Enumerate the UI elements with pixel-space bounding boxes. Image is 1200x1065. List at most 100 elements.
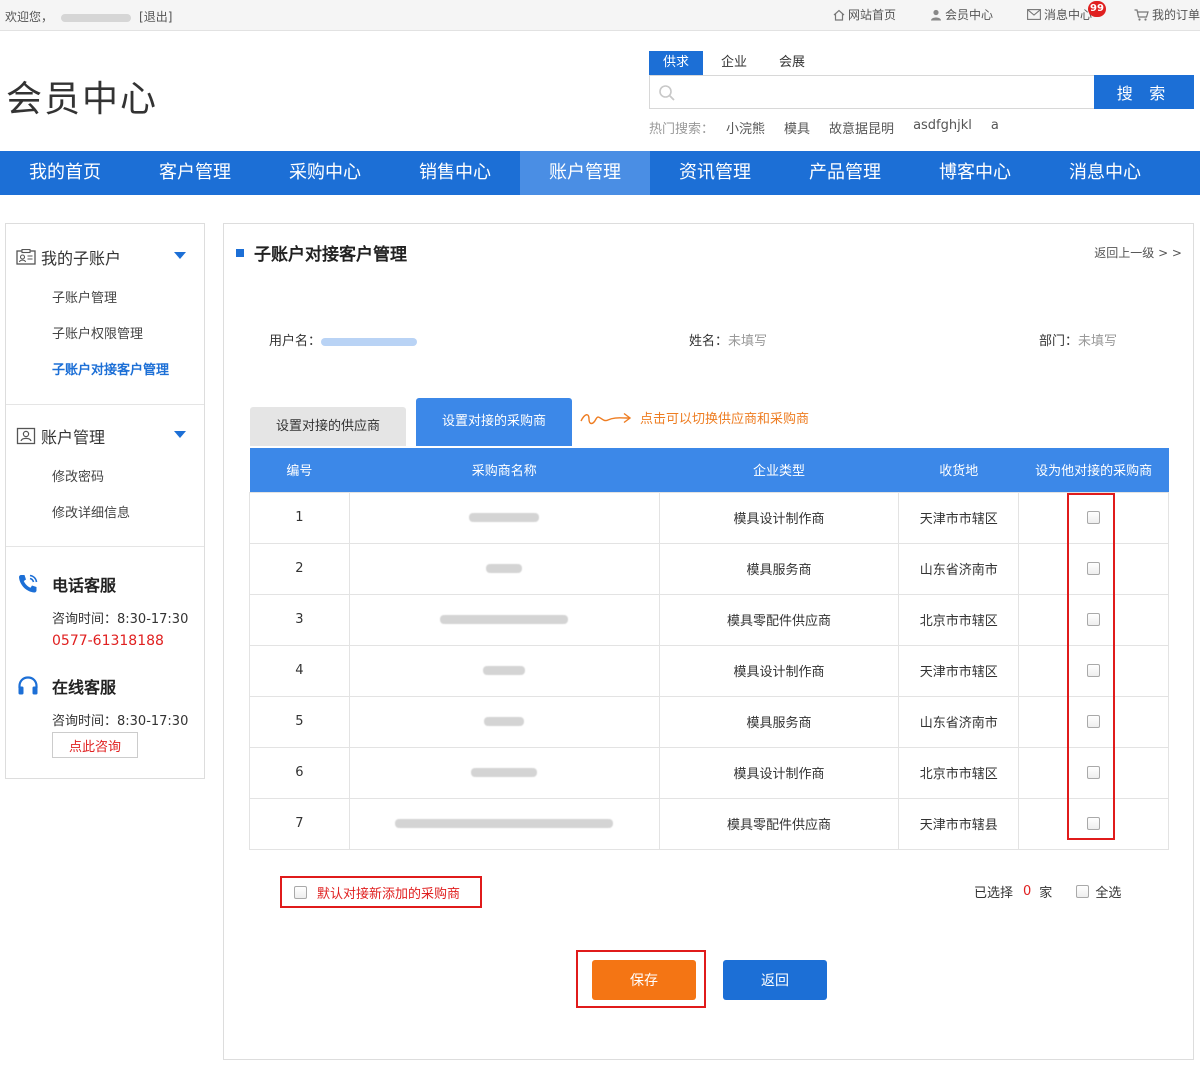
sidebar-item-edit-details[interactable]: 修改详细信息 — [52, 502, 130, 521]
set-purchaser-checkbox[interactable] — [1087, 664, 1101, 677]
return-button[interactable]: 返回 — [723, 960, 827, 1000]
delivery-place: 山东省济南市 — [898, 542, 1020, 595]
sidebar: 我的子账户 子账户管理 子账户权限管理 子账户对接客户管理 账户管理 修改密码 … — [5, 223, 205, 779]
selection-summary: 已选择 0 家 全选 — [974, 882, 1121, 901]
username-value-blurred[interactable] — [321, 337, 418, 346]
search-tab-company[interactable]: 企业 — [707, 51, 761, 75]
search-button[interactable]: 搜 索 — [1094, 75, 1194, 109]
row-number: 3 — [249, 593, 350, 646]
tabs: 设置对接的供应商 设置对接的采购商 — [250, 398, 572, 446]
nav-news-management[interactable]: 资讯管理 — [650, 151, 780, 195]
online-service-label: 在线客服 — [52, 678, 117, 697]
nav-customer-management[interactable]: 客户管理 — [130, 151, 260, 195]
switch-hint-text: 点击可以切换供应商和采购商 — [640, 412, 810, 427]
page-title-text: 子账户对接客户管理 — [254, 245, 407, 265]
delivery-place: 天津市市辖区 — [898, 644, 1020, 697]
company-type: 模具设计制作商 — [658, 746, 900, 799]
message-count-badge: 99 — [1087, 1, 1106, 17]
sidebar-section-account-management[interactable]: 账户管理 — [16, 424, 105, 448]
my-orders-link[interactable]: 我的订单 — [1134, 6, 1200, 23]
row-number: 2 — [249, 542, 350, 595]
site-home-link[interactable]: 网站首页 — [833, 6, 896, 23]
table-row: 2 模具服务商 山东省济南市 — [249, 542, 1169, 595]
set-purchaser-checkbox[interactable] — [1087, 766, 1101, 779]
site-home-label: 网站首页 — [847, 8, 896, 22]
department-info: 部门：未填写 — [1039, 330, 1117, 349]
tab-purchasers[interactable]: 设置对接的采购商 — [416, 398, 572, 446]
delivery-place: 天津市市辖区 — [898, 491, 1020, 544]
delivery-place: 北京市市辖区 — [898, 593, 1020, 646]
set-purchaser-checkbox[interactable] — [1087, 562, 1101, 575]
nav-purchase-center[interactable]: 采购中心 — [260, 151, 390, 195]
delivery-place: 北京市市辖区 — [898, 746, 1020, 799]
purchaser-name-blurred — [348, 746, 660, 799]
home-icon — [833, 9, 845, 21]
name-value: 未填写 — [728, 334, 768, 349]
hot-keyword[interactable]: 模具 — [784, 118, 810, 137]
nav-sales-center[interactable]: 销售中心 — [390, 151, 520, 195]
sidebar-section-title: 账户管理 — [41, 428, 106, 447]
search-tab-supply[interactable]: 供求 — [649, 51, 704, 75]
username-info: 用户名： — [269, 330, 418, 349]
tab-suppliers[interactable]: 设置对接的供应商 — [250, 407, 406, 446]
sidebar-item-sub-account-management[interactable]: 子账户管理 — [52, 287, 117, 306]
logout-link[interactable]: [退出] — [139, 10, 172, 24]
back-link[interactable]: 返回上一级 > > — [1094, 244, 1182, 261]
nav-product-management[interactable]: 产品管理 — [780, 151, 910, 195]
set-purchaser-cell — [1018, 797, 1169, 850]
my-orders-label: 我的订单 — [1151, 8, 1200, 22]
nav-message-center[interactable]: 消息中心 — [1040, 151, 1170, 195]
set-purchaser-checkbox[interactable] — [1087, 613, 1101, 626]
department-label: 部门： — [1039, 334, 1079, 349]
purchaser-table: 编号 采购商名称 企业类型 收货地 设为他对接的采购商 1 模具设计制作商 天津… — [249, 448, 1169, 850]
select-all-checkbox[interactable] — [1076, 885, 1090, 898]
table-row: 4 模具设计制作商 天津市市辖区 — [249, 644, 1169, 697]
title-marker — [236, 248, 244, 257]
account-icon — [16, 427, 36, 445]
welcome-area: 欢迎您， [退出] — [5, 8, 172, 25]
message-center-label: 消息中心 — [1043, 8, 1092, 22]
chevron-down-icon[interactable] — [174, 252, 186, 259]
chevron-down-icon[interactable] — [174, 431, 186, 438]
set-purchaser-checkbox[interactable] — [1087, 817, 1101, 830]
row-number: 1 — [249, 491, 350, 544]
sidebar-item-change-password[interactable]: 修改密码 — [52, 466, 104, 485]
purchaser-name-blurred — [348, 644, 660, 697]
page-title: 子账户对接客户管理 — [236, 240, 407, 265]
phone-service-title: 电话客服 — [16, 572, 116, 596]
company-type: 模具零配件供应商 — [658, 797, 900, 850]
hot-keyword[interactable]: 故意据昆明 — [829, 118, 894, 137]
hot-keyword[interactable]: asdfghjkl — [913, 118, 972, 137]
save-button[interactable]: 保存 — [592, 960, 696, 1000]
sidebar-item-sub-account-permissions[interactable]: 子账户权限管理 — [52, 323, 143, 342]
nav-blog-center[interactable]: 博客中心 — [910, 151, 1040, 195]
switch-hint: 点击可以切换供应商和采购商 — [580, 408, 809, 427]
search-icon — [659, 85, 675, 101]
sidebar-section-sub-accounts[interactable]: 我的子账户 — [16, 245, 121, 269]
message-center-link[interactable]: 消息中心 99 — [1027, 1, 1106, 23]
set-purchaser-checkbox[interactable] — [1087, 511, 1101, 524]
nav-my-home[interactable]: 我的首页 — [0, 151, 130, 195]
sidebar-item-sub-account-customers[interactable]: 子账户对接客户管理 — [52, 359, 169, 378]
set-purchaser-checkbox[interactable] — [1087, 715, 1101, 728]
table-row: 5 模具服务商 山东省济南市 — [249, 695, 1169, 748]
purchaser-name-blurred — [348, 695, 660, 748]
main-panel: 子账户对接客户管理 返回上一级 > > 用户名： 姓名：未填写 部门：未填写 设… — [223, 223, 1194, 1060]
nav-account-management[interactable]: 账户管理 — [520, 151, 650, 195]
hot-keyword[interactable]: a — [991, 118, 999, 137]
consult-button[interactable]: 点此咨询 — [52, 732, 138, 758]
member-center-link[interactable]: 会员中心 — [930, 6, 993, 23]
default-link-new-checkbox[interactable] — [294, 885, 307, 899]
selected-count: 0 — [1023, 884, 1032, 899]
table-row: 6 模具设计制作商 北京市市辖区 — [249, 746, 1169, 799]
sidebar-divider — [6, 404, 204, 405]
search-tab-exhibition[interactable]: 会展 — [765, 51, 819, 75]
user-icon — [930, 9, 941, 20]
row-number: 5 — [249, 695, 350, 748]
search-input[interactable] — [684, 80, 1084, 104]
headset-icon — [18, 676, 38, 695]
purchaser-name-blurred — [348, 593, 660, 646]
hot-keyword[interactable]: 小浣熊 — [726, 118, 765, 137]
table-header-row: 编号 采购商名称 企业类型 收货地 设为他对接的采购商 — [249, 448, 1169, 492]
search-box — [649, 75, 1094, 109]
